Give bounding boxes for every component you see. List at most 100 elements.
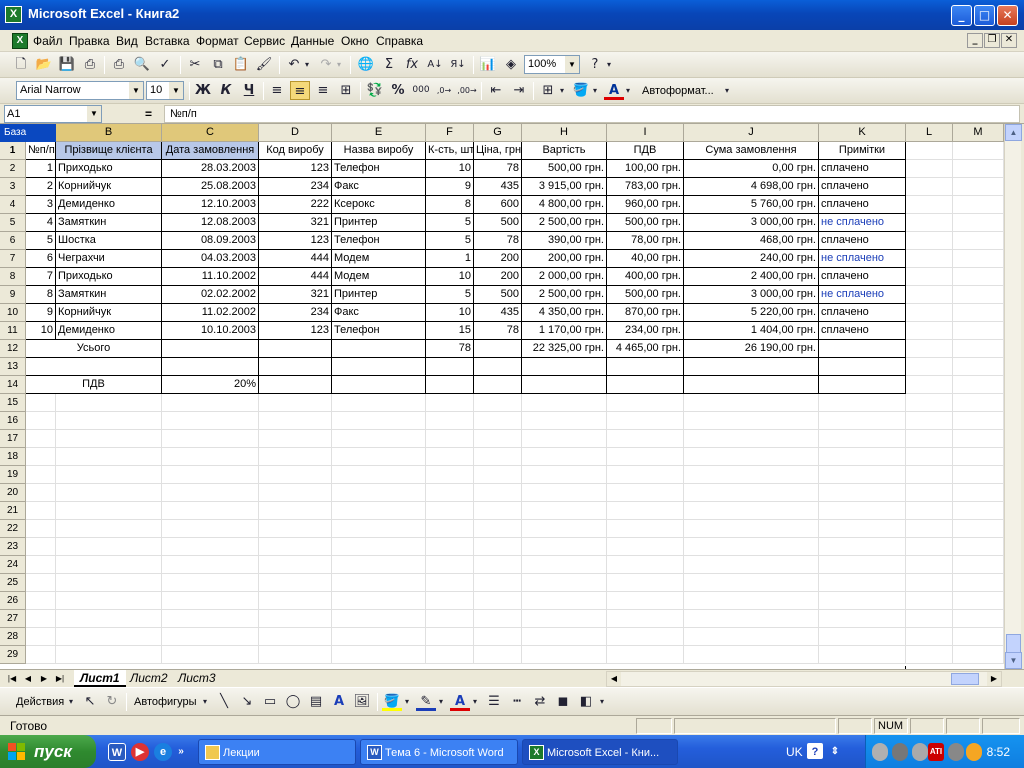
table-cell[interactable] (819, 448, 906, 466)
table-cell[interactable] (684, 610, 819, 628)
row-header[interactable]: 11 (0, 322, 26, 340)
table-cell[interactable] (426, 466, 474, 484)
table-cell[interactable] (684, 394, 819, 412)
column-header-h[interactable]: H (522, 124, 607, 142)
table-cell[interactable] (819, 610, 906, 628)
table-cell[interactable]: 1 (26, 160, 56, 178)
table-cell[interactable] (607, 556, 684, 574)
table-cell[interactable] (953, 286, 1004, 304)
table-cell[interactable]: 2 000,00 грн. (522, 268, 607, 286)
table-cell[interactable] (607, 520, 684, 538)
table-cell[interactable] (26, 520, 56, 538)
table-cell[interactable]: 400,00 грн. (607, 268, 684, 286)
table-cell[interactable] (906, 592, 953, 610)
table-cell[interactable]: 240,00 грн. (684, 250, 819, 268)
table-cell[interactable]: 123 (259, 232, 332, 250)
table-cell[interactable] (332, 556, 426, 574)
table-cell[interactable] (953, 376, 1004, 394)
table-cell[interactable] (953, 358, 1004, 376)
table-cell[interactable]: 321 (259, 214, 332, 232)
table-cell[interactable] (426, 556, 474, 574)
table-cell[interactable] (684, 628, 819, 646)
table-cell[interactable] (259, 610, 332, 628)
table-cell[interactable]: сплачено (819, 322, 906, 340)
table-cell[interactable] (332, 610, 426, 628)
print-icon[interactable]: ⎙ (109, 55, 129, 74)
row-header[interactable]: 29 (0, 646, 26, 664)
table-cell[interactable] (332, 448, 426, 466)
autoformat-button[interactable]: Автоформат... (642, 85, 714, 97)
table-cell[interactable]: Приходько (56, 268, 162, 286)
table-cell[interactable] (26, 412, 56, 430)
sort-ascending-icon[interactable]: A↓ (425, 55, 445, 74)
table-cell[interactable] (522, 466, 607, 484)
table-cell[interactable] (684, 358, 819, 376)
table-cell[interactable]: Принтер (332, 286, 426, 304)
table-cell[interactable] (906, 178, 953, 196)
tray-app-icon[interactable] (892, 743, 908, 761)
table-cell[interactable] (522, 412, 607, 430)
table-cell[interactable]: 2 400,00 грн. (684, 268, 819, 286)
table-cell[interactable] (953, 646, 1004, 664)
table-cell[interactable] (26, 538, 56, 556)
table-cell[interactable]: сплачено (819, 268, 906, 286)
table-cell[interactable]: 78 (474, 322, 522, 340)
table-cell[interactable] (474, 430, 522, 448)
table-cell[interactable] (162, 412, 259, 430)
next-sheet-icon[interactable]: ▶ (38, 672, 50, 685)
table-cell[interactable] (607, 646, 684, 664)
table-cell[interactable] (162, 358, 259, 376)
borders-icon[interactable]: ⊞ (538, 81, 558, 100)
table-cell[interactable] (819, 340, 906, 358)
table-cell[interactable] (332, 430, 426, 448)
table-cell[interactable]: Демиденко (56, 196, 162, 214)
dash-style-icon[interactable]: ┅ (507, 692, 527, 711)
table-cell[interactable]: 1 170,00 грн. (522, 322, 607, 340)
table-cell[interactable] (26, 430, 56, 448)
tab-sheet3[interactable]: Лист3 (172, 670, 222, 687)
table-cell[interactable]: 08.09.2003 (162, 232, 259, 250)
table-cell[interactable] (607, 412, 684, 430)
workbook-icon[interactable]: X (12, 33, 28, 49)
table-cell[interactable] (953, 466, 1004, 484)
table-cell[interactable] (953, 178, 1004, 196)
table-cell[interactable] (332, 394, 426, 412)
table-cell[interactable] (906, 448, 953, 466)
toolbar-options-icon[interactable]: ▾ (597, 692, 607, 711)
table-cell[interactable] (906, 286, 953, 304)
table-cell[interactable] (162, 520, 259, 538)
table-cell[interactable] (607, 574, 684, 592)
table-cell[interactable] (56, 394, 162, 412)
table-cell[interactable]: 5 (426, 232, 474, 250)
menu-window[interactable]: Окно (341, 34, 369, 48)
table-cell[interactable] (26, 646, 56, 664)
font-color-icon[interactable]: A (450, 692, 470, 711)
bold-button[interactable]: Ж (193, 81, 213, 100)
table-cell[interactable] (56, 556, 162, 574)
row-header[interactable]: 22 (0, 520, 26, 538)
table-cell[interactable] (607, 538, 684, 556)
table-cell[interactable]: 15 (426, 322, 474, 340)
table-cell[interactable] (332, 358, 426, 376)
currency-icon[interactable]: 💱 (365, 81, 385, 100)
row-header[interactable]: 19 (0, 466, 26, 484)
increase-decimal-icon[interactable]: ,0→ (434, 81, 454, 100)
table-cell[interactable] (522, 610, 607, 628)
header-cell[interactable]: Назва виробу (332, 142, 426, 160)
row-header[interactable]: 16 (0, 412, 26, 430)
table-cell[interactable]: Модем (332, 250, 426, 268)
equals-sign[interactable]: = (145, 107, 152, 121)
table-cell[interactable] (56, 466, 162, 484)
autosum-icon[interactable]: Σ (379, 55, 399, 74)
table-cell[interactable]: Замяткин (56, 214, 162, 232)
table-cell[interactable]: 200,00 грн. (522, 250, 607, 268)
font-color-dropdown-icon[interactable]: ▾ (623, 81, 633, 100)
table-cell[interactable]: Факс (332, 304, 426, 322)
row-header[interactable]: 28 (0, 628, 26, 646)
table-cell[interactable] (906, 556, 953, 574)
scroll-right-icon[interactable]: ▶ (987, 672, 1001, 686)
table-cell[interactable] (162, 646, 259, 664)
table-cell[interactable]: 2 500,00 грн. (522, 286, 607, 304)
table-cell[interactable] (953, 628, 1004, 646)
media-player-icon[interactable]: ▶ (131, 743, 149, 761)
